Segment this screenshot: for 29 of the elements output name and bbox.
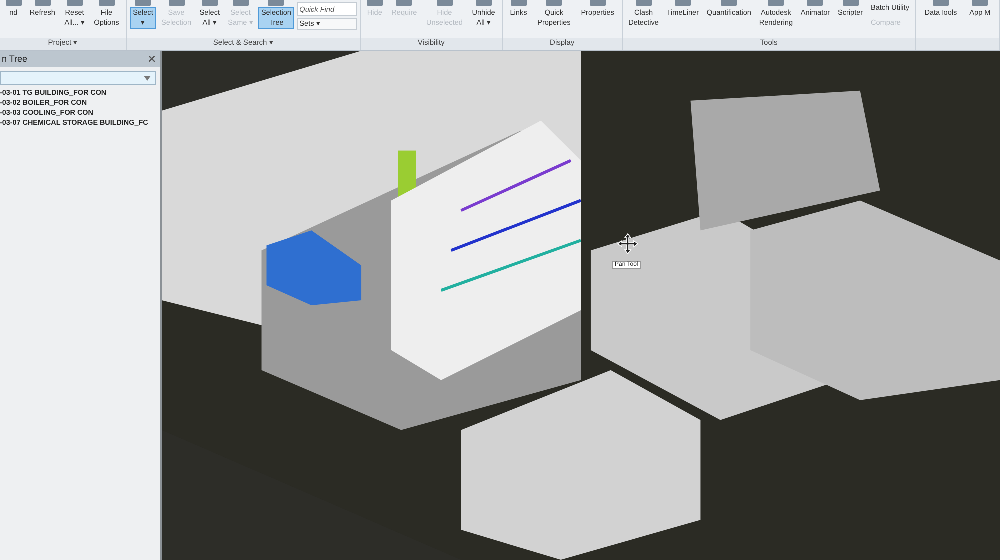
- tool-icon: [4, 0, 24, 7]
- tool-icon: [970, 0, 990, 7]
- tool-icon: [364, 0, 385, 7]
- tool-icon: [719, 0, 740, 7]
- pan-cursor-icon: [617, 233, 639, 255]
- panel-title: n Tree: [2, 54, 28, 64]
- tool-icon: [805, 0, 826, 7]
- tool-icon: [544, 0, 564, 7]
- tool-icon: [166, 0, 187, 7]
- tool-icon: [32, 0, 53, 7]
- close-icon[interactable]: [149, 56, 155, 62]
- tool-icon: [434, 0, 455, 7]
- tool-icon: [64, 0, 85, 7]
- tool-icon: [840, 0, 861, 7]
- tool-icon: [474, 0, 494, 7]
- tool-icon: [96, 0, 117, 7]
- tool-icon: [133, 0, 154, 7]
- tool-icon: [588, 0, 608, 7]
- tool-icon: [930, 0, 951, 7]
- tool-icon: [634, 0, 654, 7]
- tool-icon: [672, 0, 693, 7]
- tool-icon: [266, 0, 286, 7]
- caret-icon: [144, 76, 151, 80]
- tool-icon: [766, 0, 786, 7]
- tool-icon: [394, 0, 414, 7]
- tool-icon: [508, 0, 529, 7]
- tool-icon: [200, 0, 220, 7]
- tool-icon: [230, 0, 251, 7]
- dropdown-field[interactable]: [0, 71, 156, 85]
